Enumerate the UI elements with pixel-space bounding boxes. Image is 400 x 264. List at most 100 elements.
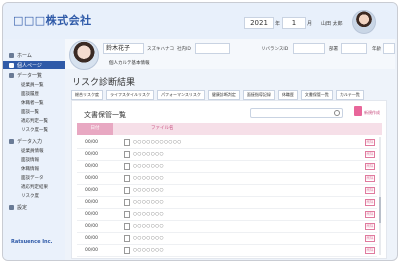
tab-bar: 総合リスク度 ライフスタイルリスク パフォーマンスリスク 健康診断判定 面接指導…	[71, 90, 364, 100]
sidebar-item-personal[interactable]: 個人ページ	[3, 61, 65, 69]
app-window: □□□株式会社 2021 年 1 月 山田 太郎 ホーム 個人ページ データ一覧…	[2, 2, 398, 261]
company-name: □□□株式会社	[13, 14, 92, 27]
scrollbar-track[interactable]	[379, 137, 381, 255]
month-selector[interactable]: 1	[282, 17, 306, 29]
sidebar-subitem[interactable]: 適応判定一覧	[21, 118, 48, 124]
sidebar-item-label: データ一覧	[17, 72, 43, 79]
file-icon	[124, 139, 130, 146]
sidebar-subitem[interactable]: 面談データ	[21, 175, 44, 181]
new-document-button[interactable]	[354, 106, 362, 116]
row-filename[interactable]: ○○○○○○○	[133, 188, 164, 193]
file-icon	[124, 151, 130, 158]
date-column-header[interactable]: 日付	[77, 123, 113, 135]
delete-button[interactable]: 削除	[365, 151, 375, 158]
sidebar-subitem[interactable]: 面談履歴	[21, 91, 39, 97]
employee-id-field	[195, 43, 230, 54]
table-row[interactable]: 00/00 ○○○○○○○ 削除	[77, 185, 377, 197]
sidebar-subitem[interactable]: 従業員情報	[21, 148, 44, 154]
delete-button[interactable]: 削除	[365, 187, 375, 194]
table-row[interactable]: 00/00 ○○○○○○○○○○○ 削除	[77, 137, 377, 149]
delete-button[interactable]: 削除	[365, 175, 375, 182]
row-filename[interactable]: ○○○○○○○	[133, 212, 164, 217]
table-row[interactable]: 00/00 ○○○○○○○ 削除	[77, 161, 377, 173]
documents-card: 文書保管一覧 新規作成 日付 ファイル名 00/00 ○○○○○○○○○○○ 削除 0…	[71, 100, 387, 259]
sidebar-item-label: 設定	[17, 204, 28, 211]
delete-button[interactable]: 削除	[365, 139, 375, 146]
table-row[interactable]: 00/00 ○○○○○○○ 削除	[77, 197, 377, 209]
sidebar-subitem[interactable]: リスク度	[21, 193, 39, 199]
file-icon	[124, 175, 130, 182]
sidebar-item-label: データ入力	[17, 138, 43, 145]
tab-performance-risk[interactable]: パフォーマンスリスク	[157, 90, 205, 100]
row-filename[interactable]: ○○○○○○○	[133, 152, 164, 157]
department-field	[341, 43, 367, 54]
file-icon	[124, 211, 130, 218]
page-title: リスク診断結果	[72, 78, 136, 88]
tab-documents[interactable]: 文書保管一覧	[300, 90, 333, 100]
row-filename[interactable]: ○○○○○○○	[133, 236, 164, 241]
sidebar-subitem[interactable]: 従業員一覧	[21, 82, 44, 88]
sidebar-item-data-list[interactable]: データ一覧	[9, 71, 42, 79]
sidebar-item-label: 個人ページ	[17, 62, 42, 69]
row-filename[interactable]: ○○○○○○○	[133, 224, 164, 229]
row-filename[interactable]: ○○○○○○○	[133, 164, 164, 169]
row-date: 00/00	[85, 224, 98, 229]
row-date: 00/00	[85, 236, 98, 241]
year-selector[interactable]: 2021	[244, 17, 274, 29]
delete-button[interactable]: 削除	[365, 211, 375, 218]
year-unit: 年	[275, 21, 281, 27]
user-name: 山田 太郎	[321, 21, 343, 27]
search-input[interactable]	[250, 108, 343, 118]
user-avatar[interactable]	[352, 10, 376, 34]
gear-icon	[9, 204, 14, 210]
karte-link[interactable]: 個人カルテ基本情報	[109, 60, 150, 66]
row-date: 00/00	[85, 152, 98, 157]
field-label: 部署	[329, 47, 338, 52]
table-row[interactable]: 00/00 ○○○○○○○ 削除	[77, 149, 377, 161]
delete-button[interactable]: 削除	[365, 235, 375, 242]
row-filename[interactable]: ○○○○○○○	[133, 176, 164, 181]
sidebar-item-data-input[interactable]: データ入力	[9, 137, 42, 145]
table-row[interactable]: 00/00 ○○○○○○○ 削除	[77, 233, 377, 245]
row-date: 00/00	[85, 188, 98, 193]
tab-karte-list[interactable]: カルテ一覧	[335, 90, 364, 100]
sidebar-subitem[interactable]: 面談一覧	[21, 109, 39, 115]
sidebar-item-label: ホーム	[17, 52, 32, 59]
tab-health-check[interactable]: 健康診断判定	[207, 90, 240, 100]
delete-button[interactable]: 削除	[365, 223, 375, 230]
sidebar-item-settings[interactable]: 設定	[9, 203, 27, 211]
company-logo: Ratsuence Inc.	[11, 239, 53, 245]
table-row[interactable]: 00/00 ○○○○○○○ 削除	[77, 245, 377, 257]
tab-lifestyle-risk[interactable]: ライフスタイルリスク	[106, 90, 154, 100]
delete-button[interactable]: 削除	[365, 247, 375, 254]
tab-total-risk[interactable]: 総合リスク度	[71, 90, 103, 100]
sidebar-subitem[interactable]: 適応判定結果	[21, 184, 48, 190]
row-filename[interactable]: ○○○○○○○	[133, 200, 164, 205]
row-filename[interactable]: ○○○○○○○	[133, 248, 164, 253]
file-icon	[124, 187, 130, 194]
sidebar-subitem[interactable]: リスク度一覧	[21, 127, 48, 133]
table-row[interactable]: 00/00 ○○○○○○○ 削除	[77, 209, 377, 221]
table-row[interactable]: 00/00 ○○○○○○○ 削除	[77, 221, 377, 233]
field-label: 年齢	[372, 47, 381, 52]
sidebar-item-home[interactable]: ホーム	[9, 51, 32, 59]
edit-icon	[9, 138, 14, 144]
field-label: 社内ID	[177, 47, 191, 52]
scrollbar-thumb[interactable]	[379, 197, 381, 223]
delete-button[interactable]: 削除	[365, 199, 375, 206]
delete-button[interactable]: 削除	[365, 163, 375, 170]
sidebar-subitem[interactable]: 面談情報	[21, 157, 39, 163]
table-header: 日付 ファイル名	[77, 123, 382, 135]
row-date: 00/00	[85, 248, 98, 253]
employee-kana: スズキハナコ	[147, 47, 174, 52]
tab-leave-history[interactable]: 休職歴	[277, 90, 298, 100]
list-icon	[9, 72, 14, 78]
row-filename[interactable]: ○○○○○○○○○○○	[133, 140, 182, 145]
table-row[interactable]: 00/00 ○○○○○○○ 削除	[77, 173, 377, 185]
sidebar-subitem[interactable]: 休職者一覧	[21, 100, 44, 106]
row-date: 00/00	[85, 140, 98, 145]
new-document-label[interactable]: 新規作成	[364, 110, 380, 116]
sidebar-subitem[interactable]: 休職情報	[21, 166, 39, 172]
person-icon	[9, 62, 14, 68]
tab-interview-record[interactable]: 面接指導記録	[242, 90, 275, 100]
